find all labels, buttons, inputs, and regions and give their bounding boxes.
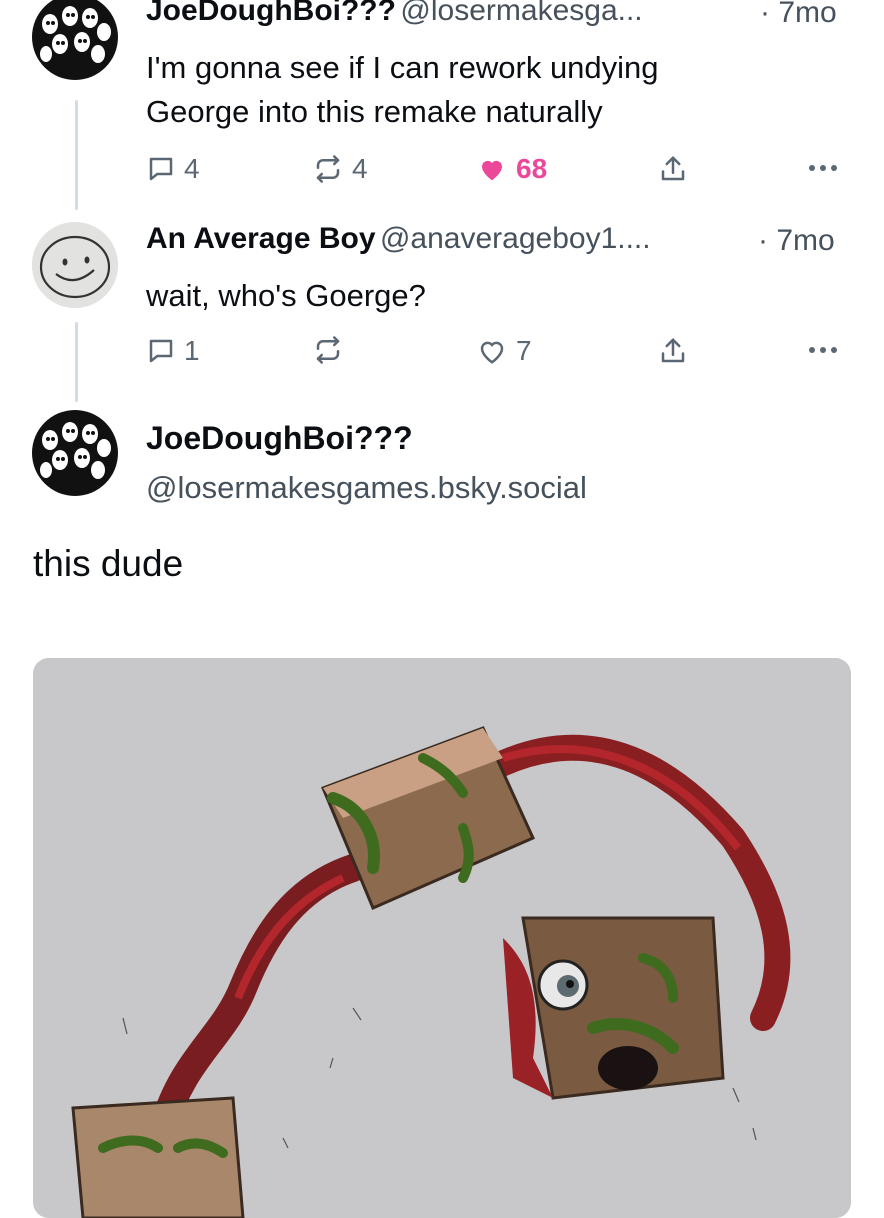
share-icon: [661, 156, 685, 181]
repost-count: 4: [352, 153, 368, 184]
post-time[interactable]: · 7mo: [758, 224, 835, 258]
share-button[interactable]: [658, 153, 688, 185]
post-text: I'm gonna see if I can rework undying Ge…: [146, 46, 659, 134]
post-text-line: I'm gonna see if I can rework undying: [146, 50, 659, 85]
thread-line: [75, 100, 78, 210]
avatar[interactable]: [32, 222, 118, 308]
reply-icon: [149, 339, 173, 363]
reply-count: 4: [184, 153, 200, 184]
more-button[interactable]: [806, 335, 840, 365]
share-button[interactable]: [658, 335, 688, 367]
post-image[interactable]: [33, 658, 851, 1218]
heart-icon: [480, 341, 504, 364]
share-icon: [661, 338, 685, 363]
more-icon: [809, 347, 837, 353]
more-button[interactable]: [806, 153, 840, 183]
author-name[interactable]: JoeDoughBoi???: [146, 0, 396, 27]
post-header: JoeDoughBoi??? @losermakesga...: [146, 0, 643, 28]
post-header: An Average Boy @anaverageboy1....: [146, 222, 651, 256]
repost-button[interactable]: 4: [312, 153, 368, 185]
avatar[interactable]: [32, 410, 118, 496]
reply-button[interactable]: 1: [146, 335, 200, 367]
post-text-line: George into this remake naturally: [146, 94, 603, 129]
author-handle[interactable]: @anaverageboy1....: [380, 222, 651, 255]
like-count: 68: [516, 153, 548, 184]
heart-icon: [482, 160, 502, 181]
avatar[interactable]: [32, 0, 118, 80]
reply-icon: [149, 157, 173, 181]
post-text: this dude: [33, 543, 184, 584]
author-handle[interactable]: @losermakesga...: [400, 0, 642, 27]
reply-count: 1: [184, 335, 200, 366]
post-time[interactable]: · 7mo: [760, 0, 837, 30]
like-count: 7: [516, 335, 532, 366]
author-name[interactable]: JoeDoughBoi???: [146, 420, 413, 457]
thread-line: [75, 322, 78, 402]
more-icon: [809, 165, 837, 171]
author-name[interactable]: An Average Boy: [146, 222, 376, 255]
repost-icon: [316, 155, 340, 183]
like-button[interactable]: 68: [476, 153, 547, 185]
post-text: wait, who's Goerge?: [146, 278, 426, 313]
repost-button[interactable]: [312, 335, 352, 365]
repost-icon: [316, 336, 340, 364]
like-button[interactable]: 7: [476, 335, 532, 367]
reply-button[interactable]: 4: [146, 153, 200, 185]
author-handle[interactable]: @losermakesgames.bsky.social: [146, 470, 587, 506]
